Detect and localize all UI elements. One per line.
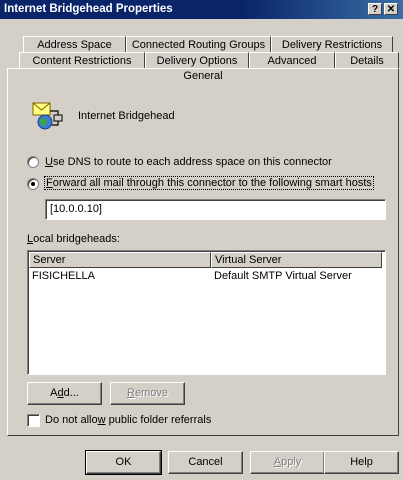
general-panel: Internet Bridgehead Use DNS to route to … bbox=[7, 76, 399, 436]
tab-details[interactable]: Details bbox=[335, 52, 399, 69]
tab-advanced[interactable]: Advanced bbox=[249, 52, 335, 69]
tab-address-space[interactable]: Address Space bbox=[23, 36, 126, 53]
table-row[interactable]: FISICHELLA Default SMTP Virtual Server bbox=[29, 269, 384, 283]
tab-delivery-restrictions[interactable]: Delivery Restrictions bbox=[271, 36, 393, 53]
close-icon: ✕ bbox=[386, 4, 396, 15]
remove-button[interactable]: Remove bbox=[110, 382, 185, 405]
connector-icon bbox=[32, 102, 63, 130]
tab-connected-routing-groups[interactable]: Connected Routing Groups bbox=[126, 36, 271, 53]
public-folder-referrals-checkbox[interactable] bbox=[27, 414, 40, 427]
use-dns-radio[interactable] bbox=[27, 156, 39, 168]
smart-hosts-input[interactable]: [10.0.0.10] bbox=[45, 199, 386, 220]
apply-button[interactable]: Apply bbox=[250, 451, 325, 474]
connector-name: Internet Bridgehead bbox=[78, 110, 175, 122]
local-bridgeheads-label: Local bridgeheads: bbox=[27, 233, 120, 245]
tab-general[interactable]: General bbox=[7, 68, 399, 88]
ok-button[interactable]: OK bbox=[85, 450, 162, 475]
use-dns-label[interactable]: Use DNS to route to each address space o… bbox=[45, 156, 332, 168]
forward-smarthost-radio[interactable] bbox=[27, 178, 39, 190]
tab-delivery-options[interactable]: Delivery Options bbox=[145, 52, 249, 69]
public-folder-referrals-label[interactable]: Do not allow public folder referrals bbox=[45, 414, 211, 426]
help-footer-button[interactable]: Help bbox=[324, 451, 399, 474]
tab-content-restrictions[interactable]: Content Restrictions bbox=[19, 52, 145, 69]
add-button[interactable]: Add... bbox=[27, 382, 102, 405]
help-button[interactable]: ? bbox=[368, 3, 382, 15]
virtual-server-cell: Default SMTP Virtual Server bbox=[214, 270, 352, 282]
server-cell: FISICHELLA bbox=[32, 270, 95, 282]
column-header-virtual-server[interactable]: Virtual Server bbox=[211, 252, 382, 268]
radio-selected-dot bbox=[31, 182, 35, 186]
window-title: Internet Bridgehead Properties bbox=[4, 3, 173, 15]
forward-smarthost-label[interactable]: Forward all mail through this connector … bbox=[44, 176, 374, 190]
bridgeheads-table[interactable]: Server Virtual Server FISICHELLA Default… bbox=[27, 250, 386, 375]
title-bar: Internet Bridgehead Properties ? ✕ bbox=[0, 0, 403, 19]
column-header-server[interactable]: Server bbox=[29, 252, 211, 268]
cancel-button[interactable]: Cancel bbox=[168, 451, 243, 474]
close-button[interactable]: ✕ bbox=[384, 3, 398, 15]
